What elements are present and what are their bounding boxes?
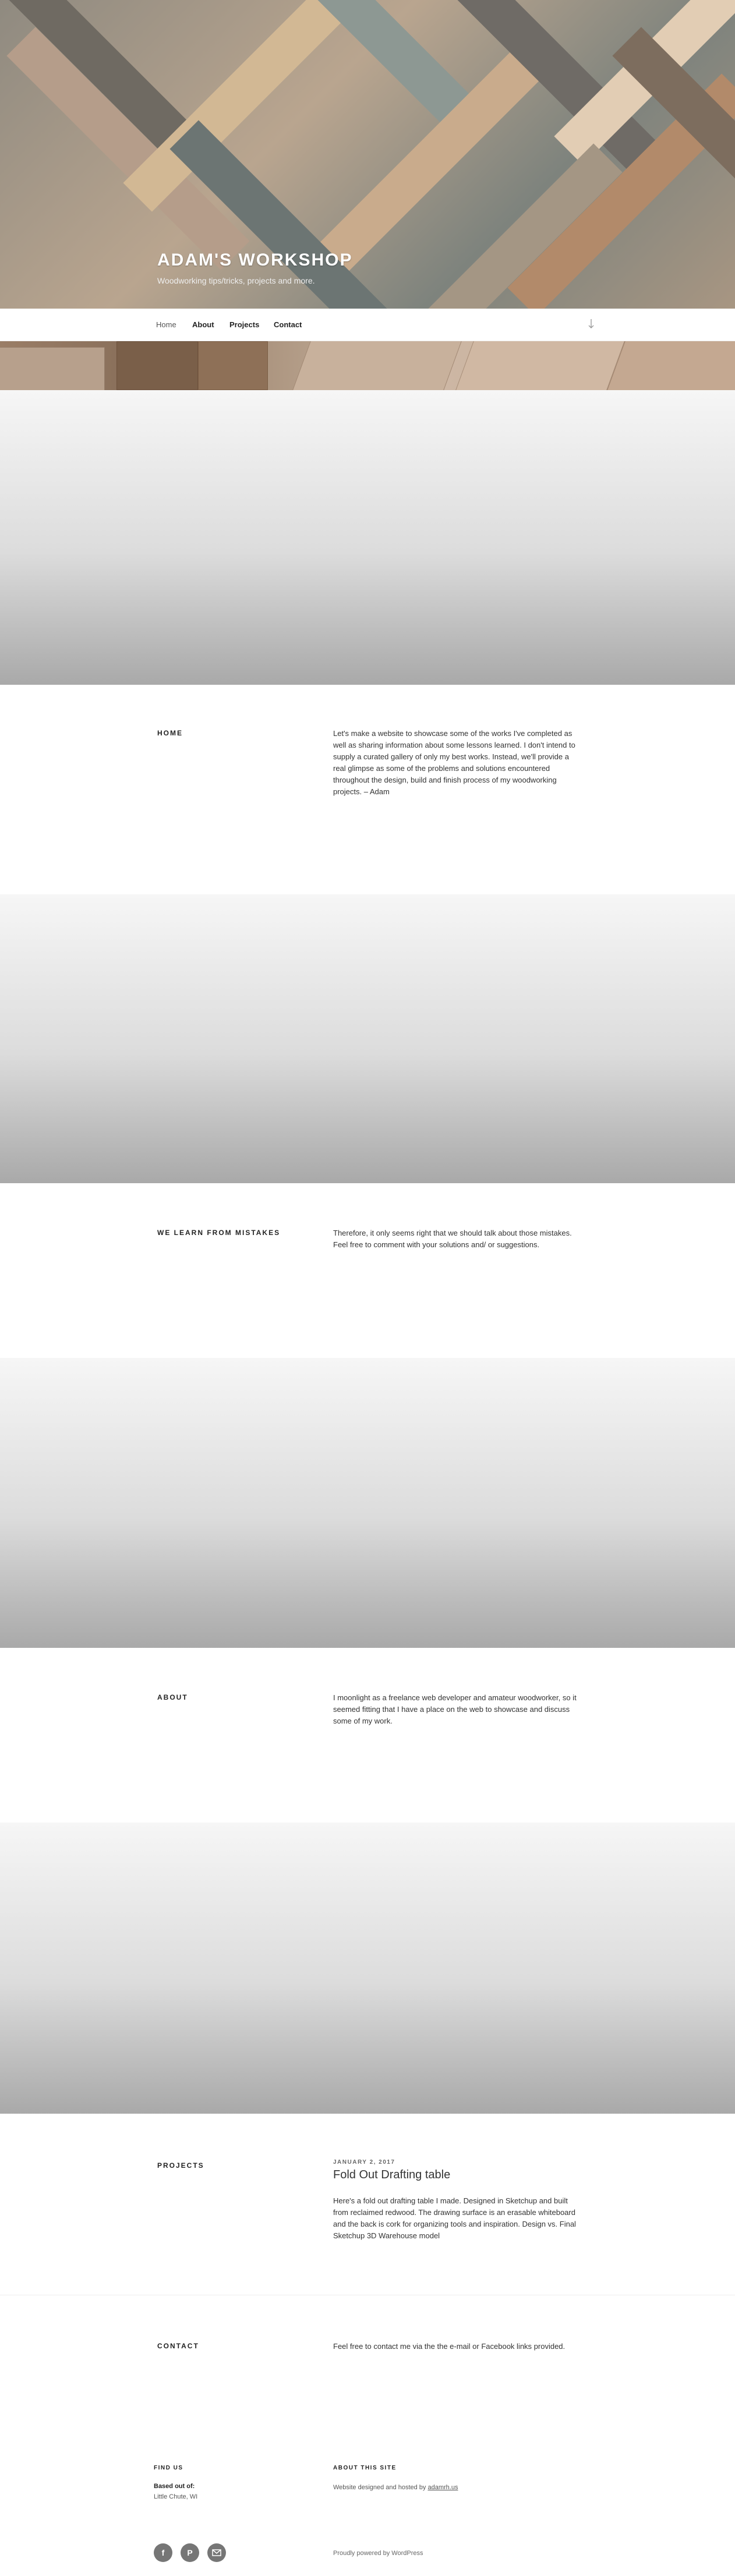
email-icon[interactable] — [207, 2543, 226, 2562]
nav-item-about[interactable]: About — [192, 320, 214, 329]
section-title: CONTACT — [157, 2342, 199, 2350]
section-title: ABOUT — [157, 1693, 188, 1701]
footer-based-out-label: Based out of: — [154, 2483, 195, 2490]
nav-item-home[interactable]: Home — [156, 320, 176, 329]
section-about: ABOUT I moonlight as a freelance web dev… — [0, 1648, 735, 1823]
section-title: HOME — [157, 729, 183, 737]
post-title[interactable]: Fold Out Drafting table — [333, 2168, 450, 2182]
site-tagline: Woodworking tips/tricks, projects and mo… — [157, 276, 315, 285]
main-navigation: Home About Projects Contact — [0, 309, 735, 341]
site-title[interactable]: ADAM'S WORKSHOP — [157, 250, 352, 270]
nav-item-projects[interactable]: Projects — [229, 320, 259, 329]
header-hero-image: ADAM'S WORKSHOP Woodworking tips/tricks,… — [0, 0, 735, 309]
post-date[interactable]: JANUARY 2, 2017 — [333, 2159, 395, 2165]
section-home: HOME Let's make a website to showcase so… — [0, 685, 735, 894]
footer-about-text: Website designed and hosted by adamrh.us — [333, 2483, 458, 2492]
footer-find-us-heading: FIND US — [154, 2465, 183, 2471]
section-body: Feel free to contact me via the the e-ma… — [333, 2342, 566, 2351]
section-background-image — [0, 341, 735, 390]
section-body: Therefore, it only seems right that we s… — [333, 1229, 572, 1249]
section-body: I moonlight as a freelance web developer… — [333, 1693, 577, 1725]
section-title: WE LEARN FROM MISTAKES — [157, 1229, 281, 1237]
facebook-icon[interactable]: f — [154, 2543, 172, 2562]
footer-location: Little Chute, WI — [154, 2493, 198, 2500]
panel-background — [0, 1358, 735, 1648]
section-projects: PROJECTS JANUARY 2, 2017 Fold Out Drafti… — [0, 2114, 735, 2294]
svg-text:f: f — [162, 2548, 165, 2557]
panel-background — [0, 390, 735, 685]
section-mistakes: WE LEARN FROM MISTAKES Therefore, it onl… — [0, 1183, 735, 1358]
panel-background — [0, 1823, 735, 2114]
pinterest-icon[interactable]: P — [181, 2543, 199, 2562]
footer-about-prefix: Website designed and hosted by — [333, 2484, 428, 2491]
footer-about-heading: ABOUT THIS SITE — [333, 2465, 397, 2471]
section-title: PROJECTS — [157, 2161, 204, 2170]
svg-text:P: P — [187, 2548, 192, 2557]
nav-item-contact[interactable]: Contact — [274, 320, 302, 329]
arrow-down-icon[interactable] — [586, 319, 596, 331]
panel-background — [0, 894, 735, 1183]
powered-by-link[interactable]: Proudly powered by WordPress — [333, 2550, 423, 2557]
post-excerpt: Here's a fold out drafting table I made.… — [333, 2196, 576, 2240]
footer-about-link[interactable]: adamrh.us — [427, 2484, 458, 2491]
section-contact: CONTACT Feel free to contact me via the … — [0, 2295, 735, 2400]
section-body: Let's make a website to showcase some of… — [333, 729, 575, 796]
